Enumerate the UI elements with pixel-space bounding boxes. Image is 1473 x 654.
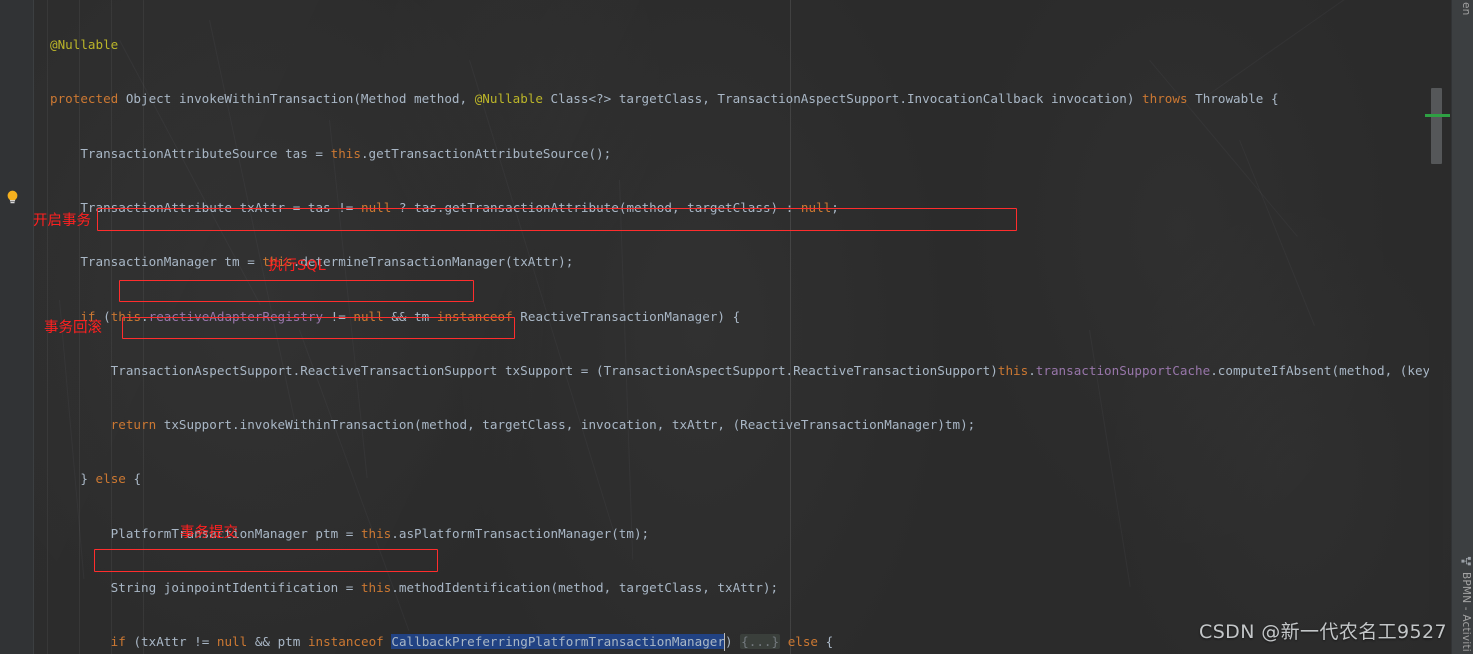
- code-line[interactable]: TransactionManager tm = this.determineTr…: [34, 253, 1429, 271]
- annotation-label-begin-transaction: 开启事务: [33, 213, 91, 229]
- code-line[interactable]: PlatformTransactionManager ptm = this.as…: [34, 525, 1429, 543]
- code-line[interactable]: protected Object invokeWithinTransaction…: [34, 90, 1429, 108]
- code-line[interactable]: TransactionAspectSupport.ReactiveTransac…: [34, 362, 1429, 380]
- sidebar-item-bpmn-label: BPMN - Activiti: [1460, 572, 1472, 652]
- vertical-scrollbar-thumb[interactable]: [1431, 88, 1442, 164]
- right-tool-strip[interactable]: en BPMN - Activiti: [1451, 0, 1473, 654]
- code-editor-surface[interactable]: @Nullable protected Object invokeWithinT…: [34, 0, 1429, 654]
- sidebar-item-bpmn-activiti[interactable]: BPMN - Activiti: [1460, 556, 1472, 652]
- code-line[interactable]: } else {: [34, 470, 1429, 488]
- right-strip-top-label[interactable]: en: [1460, 2, 1472, 16]
- code-line[interactable]: if (this.reactiveAdapterRegistry != null…: [34, 308, 1429, 326]
- lightbulb-intention-icon[interactable]: [4, 189, 21, 206]
- csdn-watermark: CSDN @新一代农名工9527: [1199, 621, 1447, 643]
- bpmn-diagram-icon: [1460, 557, 1471, 566]
- ide-editor-window: @Nullable protected Object invokeWithinT…: [0, 0, 1473, 654]
- annotation-label-execute-sql: 执行SQL: [268, 258, 326, 274]
- scrollbar-change-marker[interactable]: [1425, 114, 1450, 117]
- code-line[interactable]: TransactionAttribute txAttr = tas != nul…: [34, 199, 1429, 217]
- code-line[interactable]: @Nullable: [34, 36, 1429, 54]
- code-line[interactable]: String joinpointIdentification = this.me…: [34, 579, 1429, 597]
- code-line[interactable]: TransactionAttributeSource tas = this.ge…: [34, 145, 1429, 163]
- annotation-label-commit-transaction: 事务提交: [180, 525, 238, 541]
- annotation-label-rollback-transaction: 事务回滚: [44, 320, 102, 336]
- code-line[interactable]: return txSupport.invokeWithinTransaction…: [34, 416, 1429, 434]
- code-text-block[interactable]: @Nullable protected Object invokeWithinT…: [34, 0, 1429, 654]
- editor-gutter[interactable]: [0, 0, 34, 654]
